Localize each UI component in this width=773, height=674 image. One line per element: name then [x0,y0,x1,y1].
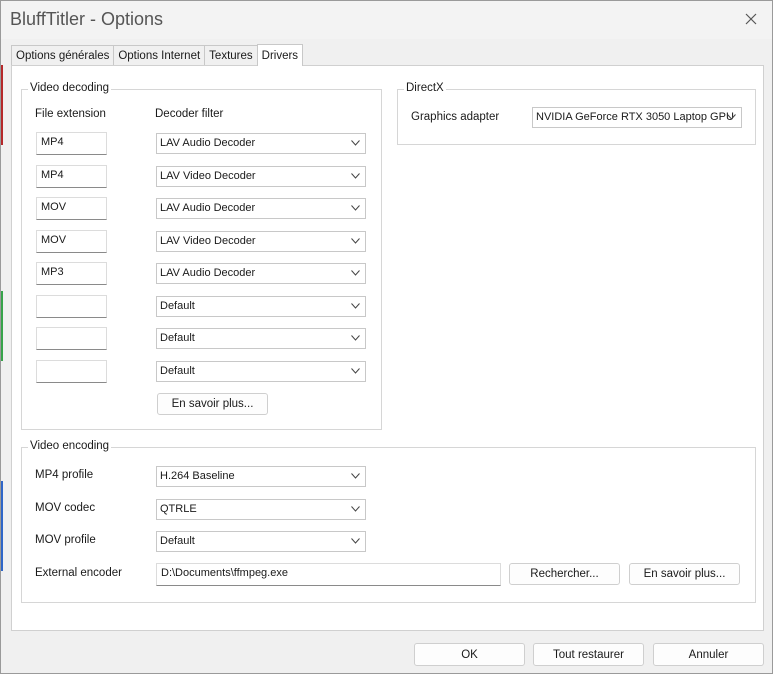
decoder-select-5-value: LAV Audio Decoder [160,267,256,279]
mov-codec-value: QTRLE [160,503,197,515]
mov-profile-select[interactable]: Default [156,531,366,552]
mov-profile-label: MOV profile [35,534,96,546]
chevron-down-icon [351,473,360,479]
decoder-filter-header: Decoder filter [155,108,224,120]
extension-field-4[interactable]: MOV [36,230,107,253]
mp4-profile-select[interactable]: H.264 Baseline [156,466,366,487]
decoder-select-8[interactable]: Default [156,361,366,382]
background-edge-green [1,291,3,361]
drivers-tab-panel: Video decoding File extension Decoder fi… [11,65,764,631]
tab-internet-options[interactable]: Options Internet [113,45,206,66]
external-encoder-label: External encoder [35,567,122,579]
extension-field-7[interactable] [36,327,107,350]
background-edge-red [1,65,3,145]
ok-button[interactable]: OK [414,643,525,666]
video-decoding-title: Video decoding [28,82,112,94]
extension-field-5[interactable]: MP3 [36,262,107,285]
file-extension-header: File extension [35,108,106,120]
decoder-select-8-value: Default [160,365,195,377]
chevron-down-icon [351,335,360,341]
decoder-select-3-value: LAV Audio Decoder [160,202,256,214]
background-edge-blue [1,481,3,571]
chevron-down-icon [351,538,360,544]
extension-field-3[interactable]: MOV [36,197,107,220]
decoder-select-4-value: LAV Video Decoder [160,235,256,247]
chevron-down-icon [351,173,360,179]
chevron-down-icon [351,368,360,374]
mov-codec-label: MOV codec [35,502,96,514]
external-encoder-field[interactable]: D:\Documents\ffmpeg.exe [156,563,501,586]
graphics-adapter-label: Graphics adapter [411,111,500,123]
chevron-down-icon [351,238,360,244]
decoder-select-2[interactable]: LAV Video Decoder [156,166,366,187]
encoding-learn-more-button[interactable]: En savoir plus... [629,563,740,585]
tab-strip: Options générales Options Internet Textu… [11,44,304,66]
browse-button[interactable]: Rechercher... [509,563,620,585]
decoder-select-1-value: LAV Audio Decoder [160,137,256,149]
close-button[interactable] [738,7,764,31]
graphics-adapter-value: NVIDIA GeForce RTX 3050 Laptop GPU [536,111,734,123]
mp4-profile-value: H.264 Baseline [160,470,235,482]
tab-textures[interactable]: Textures [204,45,258,66]
mp4-profile-label: MP4 profile [35,469,94,481]
directx-title: DirectX [404,82,446,94]
close-icon [745,13,757,25]
decoder-select-3[interactable]: LAV Audio Decoder [156,198,366,219]
cancel-button[interactable]: Annuler [653,643,764,666]
extension-field-1[interactable]: MP4 [36,132,107,155]
chevron-down-icon [351,303,360,309]
decoder-select-5[interactable]: LAV Audio Decoder [156,263,366,284]
decoder-select-2-value: LAV Video Decoder [160,170,256,182]
decoder-select-1[interactable]: LAV Audio Decoder [156,133,366,154]
options-dialog: BluffTitler - Options Options générales … [0,0,773,674]
decoder-select-4[interactable]: LAV Video Decoder [156,231,366,252]
extension-field-8[interactable] [36,360,107,383]
extension-field-6[interactable] [36,295,107,318]
decoder-select-7-value: Default [160,332,195,344]
mov-profile-value: Default [160,535,195,547]
extension-field-2[interactable]: MP4 [36,165,107,188]
window-title: BluffTitler - Options [10,9,164,29]
restore-all-button[interactable]: Tout restaurer [533,643,644,666]
tab-general-options[interactable]: Options générales [11,45,115,66]
chevron-down-icon [351,140,360,146]
chevron-down-icon [351,506,360,512]
chevron-down-icon [351,270,360,276]
tab-drivers[interactable]: Drivers [256,44,304,66]
mov-codec-select[interactable]: QTRLE [156,499,366,520]
video-encoding-group: Video encoding MP4 profile H.264 Baselin… [21,440,756,603]
video-decoding-group: Video decoding File extension Decoder fi… [21,82,382,430]
decoder-select-6[interactable]: Default [156,296,366,317]
decoding-learn-more-button[interactable]: En savoir plus... [157,393,268,415]
chevron-down-icon [727,114,736,120]
decoder-select-7[interactable]: Default [156,328,366,349]
video-encoding-title: Video encoding [28,440,112,452]
decoder-select-6-value: Default [160,300,195,312]
directx-group: DirectX Graphics adapter NVIDIA GeForce … [397,82,756,145]
title-bar: BluffTitler - Options [1,1,772,39]
graphics-adapter-select[interactable]: NVIDIA GeForce RTX 3050 Laptop GPU [532,107,742,128]
chevron-down-icon [351,205,360,211]
